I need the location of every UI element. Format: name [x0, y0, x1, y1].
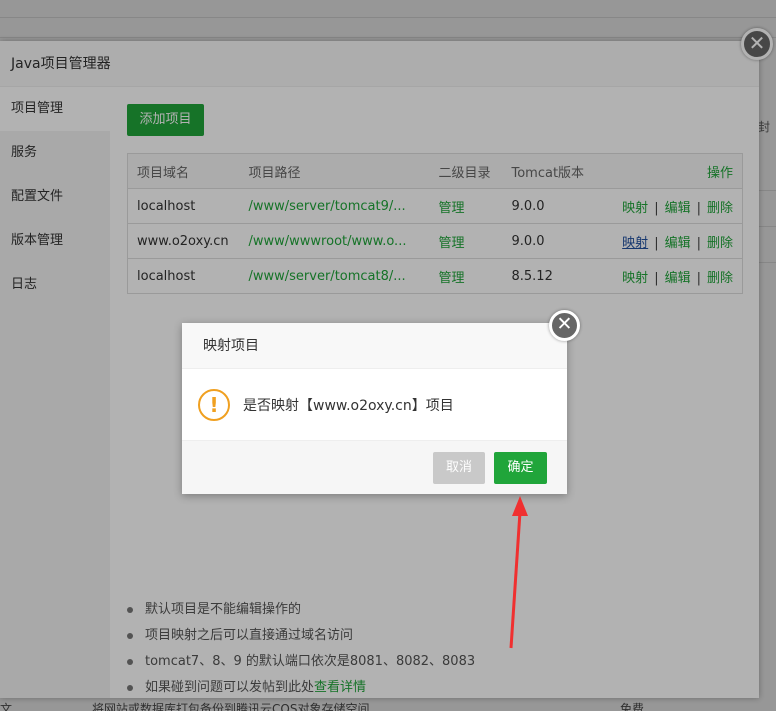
- arrow-shaft: [509, 511, 522, 649]
- arrow-head: [512, 496, 528, 516]
- red-arrow-annotation: [509, 496, 528, 649]
